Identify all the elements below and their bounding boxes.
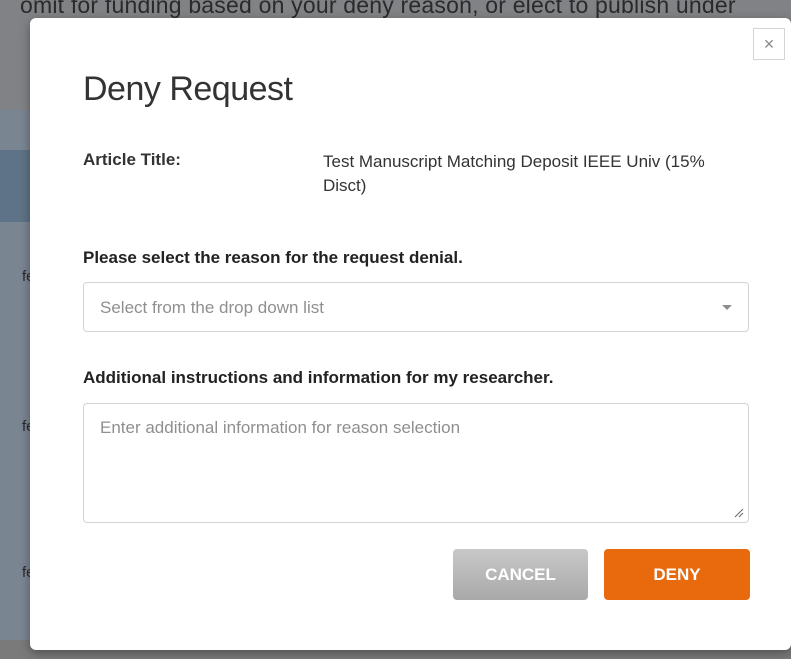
reason-label: Please select the reason for the request… — [83, 248, 463, 267]
article-title-label: Article Title: — [83, 150, 181, 169]
reason-dropdown-placeholder: Select from the drop down list — [100, 298, 324, 317]
cancel-button[interactable]: CANCEL — [453, 549, 588, 600]
dialog-title: Deny Request — [83, 70, 293, 108]
close-button[interactable]: × — [753, 28, 785, 60]
close-icon: × — [763, 33, 775, 54]
background-instruction-text: omit for funding based on your deny reas… — [20, 0, 736, 18]
additional-info-label: Additional instructions and information … — [83, 368, 554, 387]
deny-request-dialog: × Deny Request Article Title: Test Manus… — [30, 18, 791, 650]
additional-info-textarea[interactable] — [83, 403, 749, 523]
chevron-down-icon — [722, 305, 732, 310]
article-title-value: Test Manuscript Matching Deposit IEEE Un… — [323, 152, 705, 195]
resize-grip-icon[interactable] — [734, 508, 744, 518]
background-sidebar-band — [0, 150, 32, 222]
deny-button[interactable]: DENY — [604, 549, 750, 600]
reason-dropdown[interactable]: Select from the drop down list — [83, 282, 749, 332]
